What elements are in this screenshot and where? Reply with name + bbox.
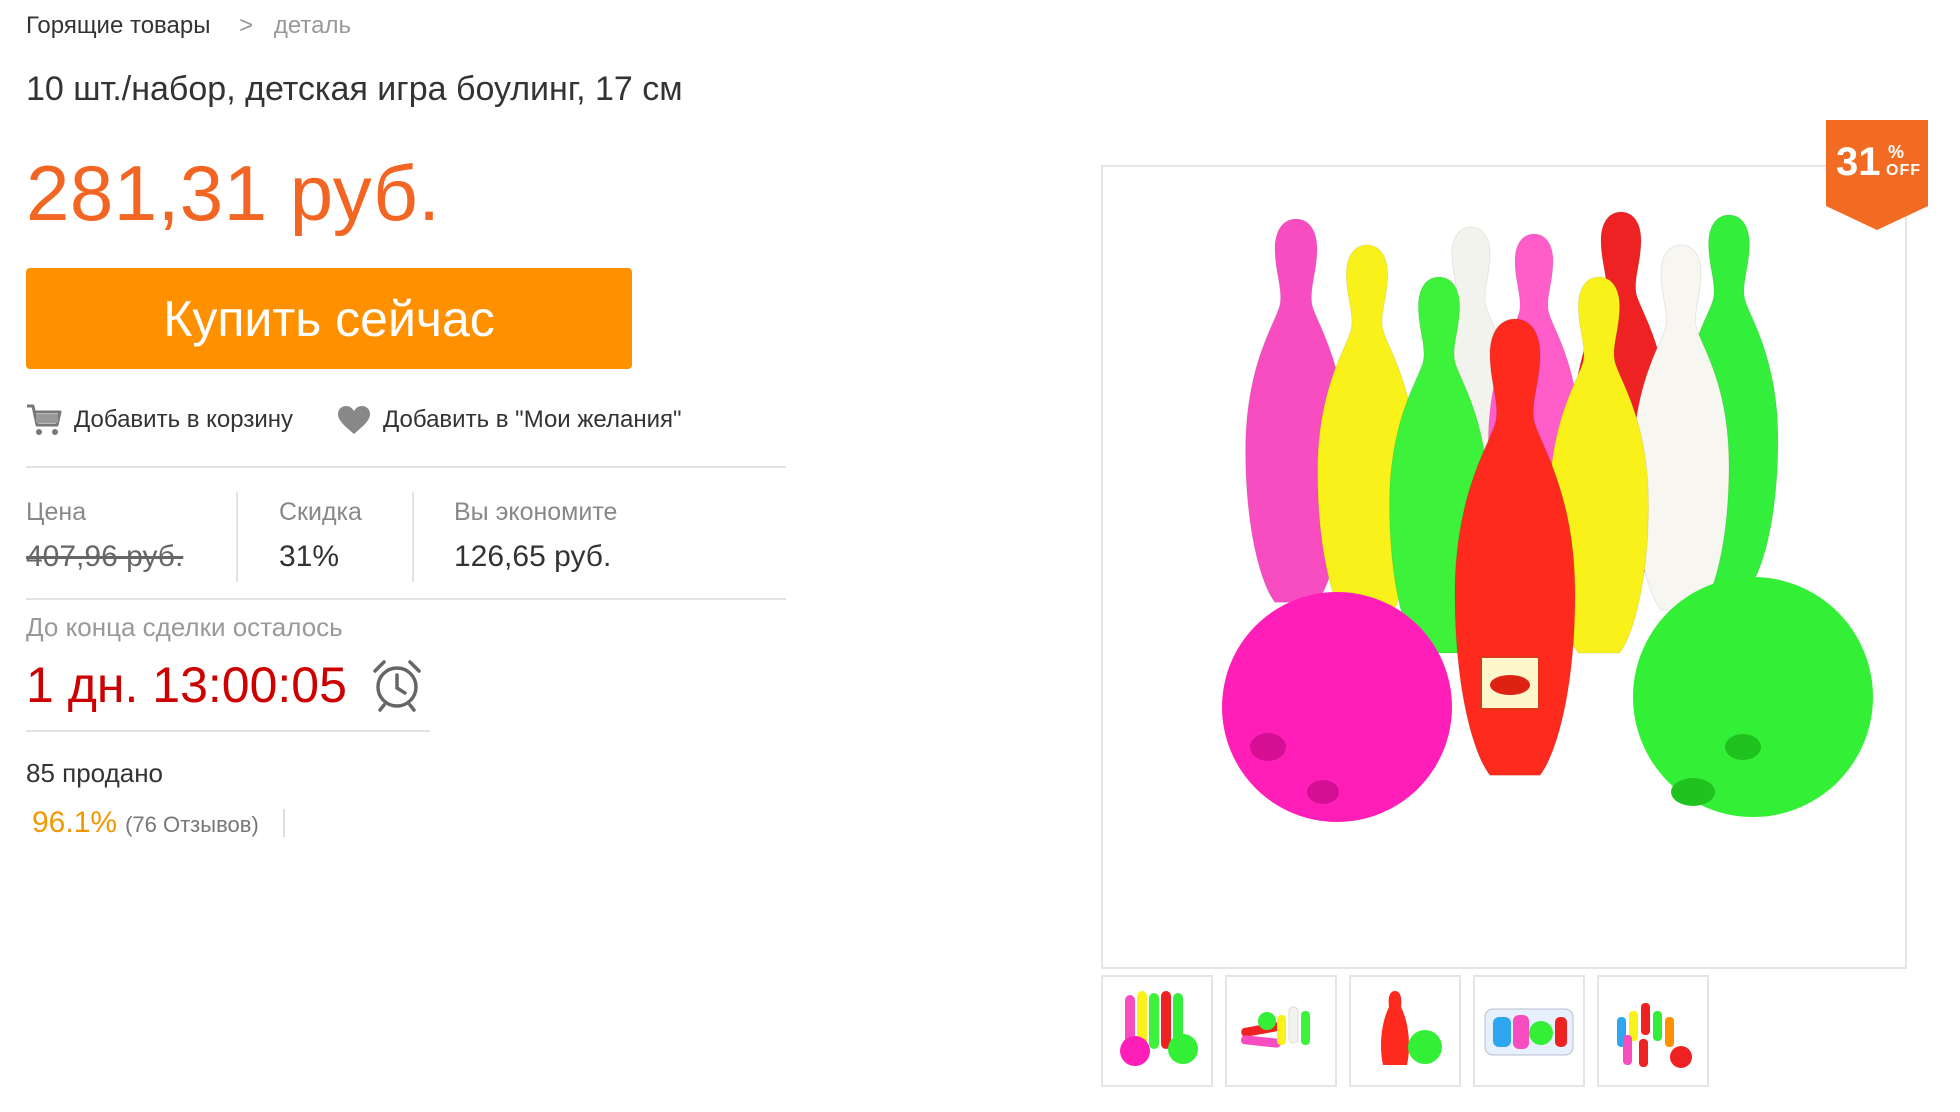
product-image-gallery[interactable] [1101,165,1907,969]
thumbnail-3[interactable] [1349,975,1461,1087]
thumbnail-2[interactable] [1225,975,1337,1087]
stat-separator [412,492,414,582]
divider [26,730,430,732]
savings-label: Вы экономите [454,498,618,526]
product-main-image[interactable] [1103,167,1905,967]
deal-label: До конца сделки осталось [26,612,343,642]
rating-percent[interactable]: 96.1% [32,806,117,840]
discount-badge-percent: % [1888,142,1905,162]
breadcrumb-separator: > [239,12,254,39]
discount-badge: 31 % OFF [1826,120,1928,230]
thumbnail-strip [1101,975,1721,1087]
thumbnail-1[interactable] [1101,975,1213,1087]
product-actions: Добавить в корзину Добавить в "Мои желан… [26,398,682,442]
add-to-cart-label: Добавить в корзину [74,406,294,433]
sold-count: 85 продано [26,758,164,788]
discount-value: 31% [279,540,340,573]
rating: 96.1% (76 Отзывов) [32,806,285,840]
add-to-cart-link[interactable]: Добавить в корзину [26,403,293,437]
product-price: 281,31 руб. [26,149,441,237]
thumbnail-4[interactable] [1473,975,1585,1087]
heart-icon [338,406,371,434]
stat-separator [236,492,238,582]
original-price-value: 407,96 руб. [26,540,184,573]
divider [26,598,786,600]
cart-icon [27,404,62,435]
discount-label: Скидка [279,498,362,526]
add-to-wishlist-label: Добавить в "Мои желания" [383,406,682,433]
buy-now-button[interactable]: Купить сейчас [26,268,632,369]
alarm-clock-icon [373,660,421,712]
breadcrumb-current: деталь [273,12,351,39]
reviews-count[interactable]: (76 Отзывов) [125,812,259,838]
price-stats: Цена 407,96 руб. Скидка 31% Вы экономите… [26,492,796,588]
discount-badge-off: OFF [1886,162,1921,179]
original-price-label: Цена [26,498,87,526]
savings-value: 126,65 руб. [454,540,612,573]
countdown-timer: 1 дн. 13:00:05 [26,657,347,713]
discount-badge-number: 31 [1836,140,1881,184]
add-to-wishlist-link[interactable]: Добавить в "Мои желания" [337,405,682,435]
thumbnail-5[interactable] [1597,975,1709,1087]
rating-separator [282,809,285,837]
breadcrumb-home-link[interactable]: Горящие товары [26,12,210,39]
divider [26,466,786,468]
product-title: 10 шт./набор, детская игра боулинг, 17 с… [26,70,683,108]
breadcrumb: Горящие товары > деталь [26,12,351,40]
deal-countdown: 1 дн. 13:00:05 [26,656,425,714]
